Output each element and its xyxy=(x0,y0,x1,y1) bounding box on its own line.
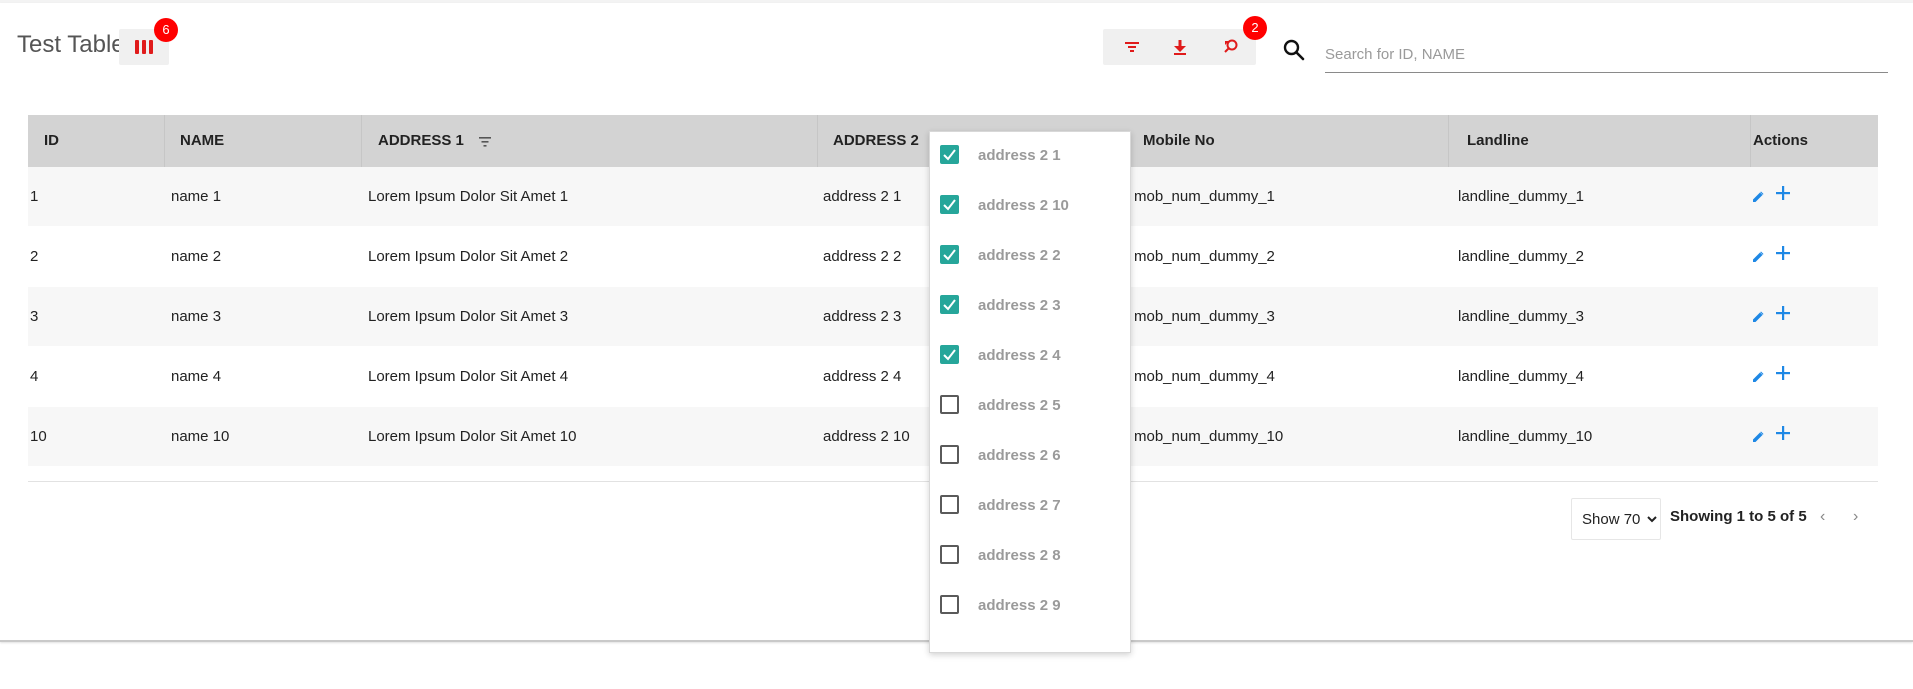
next-page-icon[interactable]: › xyxy=(1853,508,1858,526)
filter-option[interactable]: address 2 6 xyxy=(940,442,1120,472)
cell-mobile-no: mob_num_dummy_4 xyxy=(1134,368,1275,385)
cell-address-2: address 2 4 xyxy=(823,368,902,385)
cell-address-2: address 2 1 xyxy=(823,188,902,205)
add-icon[interactable] xyxy=(1775,365,1791,386)
page-title: Test Table xyxy=(17,31,125,58)
filter-option-label: address 2 5 xyxy=(978,397,1061,414)
columns-count-badge: 6 xyxy=(154,18,178,42)
cell-name: name 1 xyxy=(171,188,222,205)
cell-landline: landline_dummy_4 xyxy=(1458,368,1584,385)
cell-name: name 3 xyxy=(171,308,222,325)
header-id[interactable]: ID xyxy=(44,115,59,167)
cell-landline: landline_dummy_1 xyxy=(1458,188,1584,205)
filter-option[interactable]: address 2 9 xyxy=(940,592,1120,622)
cell-mobile-no: mob_num_dummy_1 xyxy=(1134,188,1275,205)
add-icon[interactable] xyxy=(1775,425,1791,446)
filter-option-label: address 2 1 xyxy=(978,147,1061,164)
header-divider xyxy=(1448,115,1449,167)
filter-icon[interactable] xyxy=(1123,38,1141,56)
filter-option-label: address 2 9 xyxy=(978,597,1061,614)
filter-option[interactable]: address 2 3 xyxy=(940,292,1120,322)
checkbox-checked-icon[interactable] xyxy=(940,345,959,364)
add-icon[interactable] xyxy=(1775,305,1791,326)
cell-address-1: Lorem Ipsum Dolor Sit Amet 4 xyxy=(368,368,569,385)
filter-option-label: address 2 6 xyxy=(978,447,1061,464)
header-landline[interactable]: Landline xyxy=(1467,115,1529,167)
column-filter-icon[interactable] xyxy=(479,134,491,152)
filter-option-label: address 2 3 xyxy=(978,297,1061,314)
checkbox-checked-icon[interactable] xyxy=(940,295,959,314)
checkbox-unchecked-icon[interactable] xyxy=(940,445,959,464)
cell-address-1: Lorem Ipsum Dolor Sit Amet 10 xyxy=(368,428,577,445)
checkbox-unchecked-icon[interactable] xyxy=(940,545,959,564)
edit-icon[interactable] xyxy=(1751,190,1765,209)
cell-mobile-no: mob_num_dummy_10 xyxy=(1134,428,1284,445)
add-icon[interactable] xyxy=(1775,245,1791,266)
cell-address-2: address 2 2 xyxy=(823,248,902,265)
cell-mobile-no: mob_num_dummy_2 xyxy=(1134,248,1275,265)
header-divider xyxy=(817,115,818,167)
filter-option-label: address 2 8 xyxy=(978,547,1061,564)
checkbox-unchecked-icon[interactable] xyxy=(940,495,959,514)
cell-address-1: Lorem Ipsum Dolor Sit Amet 2 xyxy=(368,248,569,265)
header-actions: Actions xyxy=(1753,132,1809,149)
toolbar xyxy=(1103,29,1256,65)
reset-search-icon[interactable] xyxy=(1222,38,1240,56)
filter-option[interactable]: address 2 4 xyxy=(940,342,1120,372)
download-icon[interactable] xyxy=(1171,38,1189,56)
prev-page-icon[interactable]: ‹ xyxy=(1820,508,1825,526)
header-divider xyxy=(1750,115,1751,167)
cell-id: 2 xyxy=(30,248,39,265)
cell-address-2: address 2 3 xyxy=(823,308,902,325)
checkbox-checked-icon[interactable] xyxy=(940,145,959,164)
cell-id: 1 xyxy=(30,188,39,205)
edit-icon[interactable] xyxy=(1751,250,1765,269)
filter-option[interactable]: address 2 7 xyxy=(940,492,1120,522)
cell-landline: landline_dummy_10 xyxy=(1458,428,1593,445)
address-2-filter-dropdown: address 2 1 address 2 10 address 2 2 addres… xyxy=(929,131,1131,653)
cell-name: name 2 xyxy=(171,248,222,265)
filter-option[interactable]: address 2 1 xyxy=(940,142,1120,172)
checkbox-unchecked-icon[interactable] xyxy=(940,595,959,614)
edit-icon[interactable] xyxy=(1751,370,1765,389)
edit-icon[interactable] xyxy=(1751,310,1765,329)
header-address-1[interactable]: ADDRESS 1 xyxy=(378,115,464,167)
header-address-2[interactable]: ADDRESS 2 xyxy=(833,115,919,167)
cell-mobile-no: mob_num_dummy_3 xyxy=(1134,308,1275,325)
filter-option-label: address 2 4 xyxy=(978,347,1061,364)
cell-landline: landline_dummy_3 xyxy=(1458,308,1584,325)
filter-option-label: address 2 2 xyxy=(978,247,1061,264)
search-icon[interactable] xyxy=(1282,38,1306,67)
add-icon[interactable] xyxy=(1775,185,1791,206)
filter-option[interactable]: address 2 8 xyxy=(940,542,1120,572)
cell-id: 4 xyxy=(30,368,39,385)
header-divider xyxy=(164,115,165,167)
search-input[interactable] xyxy=(1325,36,1888,73)
header-mobile-no[interactable]: Mobile No xyxy=(1143,115,1215,167)
filter-option[interactable]: address 2 10 xyxy=(940,192,1120,222)
filter-option[interactable]: address 2 2 xyxy=(940,242,1120,272)
checkbox-checked-icon[interactable] xyxy=(940,245,959,264)
columns-icon xyxy=(135,40,153,54)
cell-address-2: address 2 10 xyxy=(823,428,910,445)
filter-option[interactable]: address 2 5 xyxy=(940,392,1120,422)
reset-count-badge: 2 xyxy=(1243,16,1267,40)
header-name[interactable]: NAME xyxy=(180,115,224,167)
cell-name: name 10 xyxy=(171,428,230,445)
cell-address-1: Lorem Ipsum Dolor Sit Amet 3 xyxy=(368,308,569,325)
checkbox-checked-icon[interactable] xyxy=(940,195,959,214)
cell-name: name 4 xyxy=(171,368,222,385)
filter-option-label: address 2 7 xyxy=(978,497,1061,514)
cell-id: 10 xyxy=(30,428,47,445)
checkbox-unchecked-icon[interactable] xyxy=(940,395,959,414)
filter-option-label: address 2 10 xyxy=(978,197,1069,214)
header-divider xyxy=(361,115,362,167)
cell-address-1: Lorem Ipsum Dolor Sit Amet 1 xyxy=(368,188,569,205)
page-size-select[interactable]: Show 70 xyxy=(1571,498,1661,540)
edit-icon[interactable] xyxy=(1751,430,1765,449)
pagination-info: Showing 1 to 5 of 5 xyxy=(1670,508,1807,525)
cell-id: 3 xyxy=(30,308,39,325)
cell-landline: landline_dummy_2 xyxy=(1458,248,1584,265)
